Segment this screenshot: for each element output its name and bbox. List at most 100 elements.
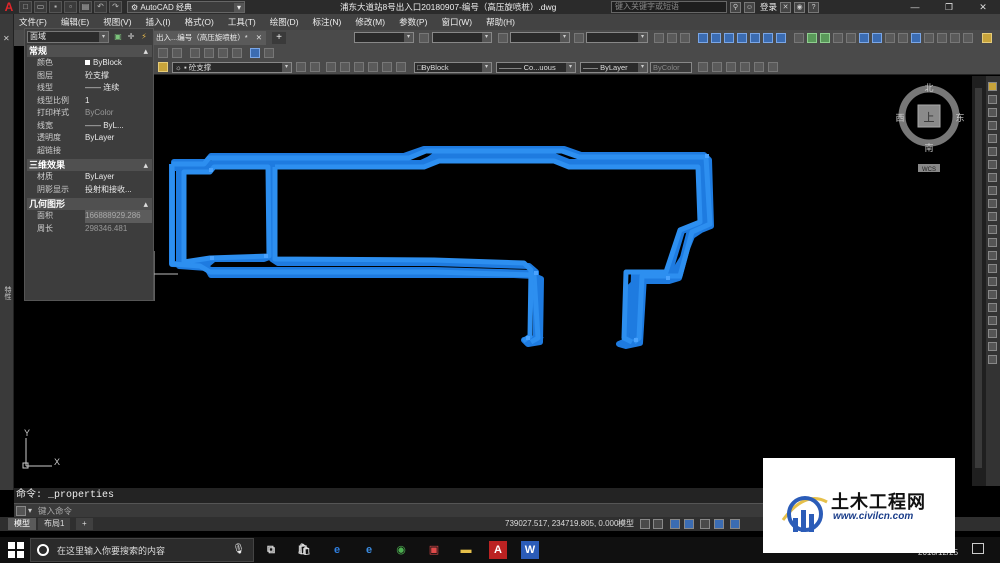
tool-icon-10[interactable] bbox=[776, 33, 786, 43]
pan-icon[interactable] bbox=[190, 48, 200, 58]
taskbar-search[interactable]: 🎙 bbox=[30, 538, 254, 562]
tab-layout1[interactable]: 布局1 bbox=[38, 518, 71, 530]
tool-icon-11[interactable] bbox=[794, 33, 804, 43]
redo-icon[interactable] bbox=[172, 48, 182, 58]
qat-save-icon[interactable]: ▪ bbox=[49, 1, 62, 13]
stretch-icon[interactable] bbox=[988, 186, 997, 195]
tool-icon-19[interactable] bbox=[898, 33, 908, 43]
grip[interactable] bbox=[210, 256, 214, 260]
chamfer-icon[interactable] bbox=[988, 251, 997, 260]
section-geometry[interactable]: 几何图形 ▴ bbox=[27, 198, 152, 210]
linetype-dropdown[interactable]: ——— Co...uous ▾ bbox=[496, 62, 576, 73]
viewcube-east[interactable]: 东 bbox=[955, 112, 964, 124]
mleader-style-icon[interactable] bbox=[574, 33, 584, 43]
add-layout-button[interactable]: + bbox=[76, 518, 93, 530]
chevron-down-icon[interactable]: ▾ bbox=[28, 504, 32, 518]
zoom-previous-icon[interactable] bbox=[232, 48, 242, 58]
prop-row-material[interactable]: 材质 ByLayer bbox=[27, 171, 152, 184]
lineweight-dropdown[interactable]: —— ByLayer ▾ bbox=[580, 62, 648, 73]
tool-icon-14[interactable] bbox=[833, 33, 843, 43]
tool-icon-8[interactable] bbox=[750, 33, 760, 43]
menu-draw[interactable]: 绘图(D) bbox=[263, 16, 306, 28]
offset-icon[interactable] bbox=[988, 121, 997, 130]
scale-icon[interactable] bbox=[988, 173, 997, 182]
quick-select-icon[interactable]: ⚡ bbox=[139, 32, 149, 42]
tool-icon-13[interactable] bbox=[820, 33, 830, 43]
section-3d-effects[interactable]: 三维效果 ▴ bbox=[27, 159, 152, 171]
trim-icon[interactable] bbox=[988, 199, 997, 208]
tool-icon-25[interactable] bbox=[982, 33, 992, 43]
prop-row-perimeter[interactable]: 周长 298346.481 bbox=[27, 223, 152, 236]
layer-off-icon[interactable] bbox=[354, 62, 364, 72]
tool-icon-22[interactable] bbox=[937, 33, 947, 43]
tool-v-icon-20[interactable] bbox=[988, 329, 997, 338]
layer-manager-icon[interactable] bbox=[158, 62, 168, 72]
explode-icon[interactable] bbox=[988, 277, 997, 286]
snap-icon[interactable] bbox=[653, 519, 663, 529]
tool-icon-5[interactable] bbox=[711, 33, 721, 43]
menu-edit[interactable]: 编辑(E) bbox=[54, 16, 96, 28]
tool-icon-7[interactable] bbox=[737, 33, 747, 43]
file-explorer-icon[interactable]: ▬ bbox=[457, 541, 475, 559]
viewcube-top-label[interactable]: 上 bbox=[924, 111, 935, 124]
prop-row-shadow[interactable]: 阴影显示 投射和接收... bbox=[27, 184, 152, 197]
tool-icon-4[interactable] bbox=[698, 33, 708, 43]
tool-v-icon-19[interactable] bbox=[988, 316, 997, 325]
grip[interactable] bbox=[666, 276, 670, 280]
tool-icon-21[interactable] bbox=[924, 33, 934, 43]
grip[interactable] bbox=[209, 168, 213, 172]
collapse-icon[interactable]: ▴ bbox=[143, 45, 148, 57]
plotstyle-dropdown[interactable]: ByColor bbox=[650, 62, 692, 73]
exchange-icon[interactable]: ✕ bbox=[780, 1, 792, 13]
layer-dropdown[interactable]: ☼ ▪ 砼支撑 ▾ bbox=[172, 62, 292, 73]
help-icon[interactable]: ? bbox=[808, 1, 820, 13]
tool-icon-d[interactable] bbox=[740, 62, 750, 72]
properties-palette-strip[interactable]: ✕ 特性 bbox=[0, 14, 14, 490]
menu-help[interactable]: 帮助(H) bbox=[479, 16, 522, 28]
tool-icon-3[interactable] bbox=[680, 33, 690, 43]
selected-region[interactable] bbox=[169, 146, 714, 349]
qat-open-icon[interactable]: ▭ bbox=[34, 1, 47, 13]
break-icon[interactable] bbox=[988, 225, 997, 234]
join-icon[interactable] bbox=[988, 238, 997, 247]
grip[interactable] bbox=[705, 154, 709, 158]
qat-redo-icon[interactable]: ↷ bbox=[109, 1, 122, 13]
prop-row-area[interactable]: 面积 166888929.286 bbox=[27, 210, 152, 223]
layer-lock-icon[interactable] bbox=[382, 62, 392, 72]
viewcube-south[interactable]: 南 bbox=[924, 142, 933, 154]
prop-row-linetype[interactable]: 线型 —— 连续 bbox=[27, 82, 152, 95]
properties-icon[interactable] bbox=[250, 48, 260, 58]
table-style-dropdown[interactable]: ▾ bbox=[510, 32, 570, 43]
polar-icon[interactable] bbox=[684, 519, 694, 529]
make-current-layer-icon[interactable] bbox=[296, 62, 306, 72]
new-tab-button[interactable]: + bbox=[272, 32, 286, 44]
microphone-icon[interactable]: 🎙 bbox=[232, 544, 245, 555]
qat-undo-icon[interactable]: ↶ bbox=[94, 1, 107, 13]
user-icon[interactable]: ☺ bbox=[744, 1, 755, 13]
binoculars-icon[interactable]: ⚲ bbox=[730, 1, 741, 13]
color-dropdown[interactable]: □ByBlock ▾ bbox=[414, 62, 492, 73]
menu-tools[interactable]: 工具(T) bbox=[221, 16, 263, 28]
tool-icon-e[interactable] bbox=[754, 62, 764, 72]
undo-icon[interactable] bbox=[158, 48, 168, 58]
table-style-icon[interactable] bbox=[498, 33, 508, 43]
layer-previous-icon[interactable] bbox=[310, 62, 320, 72]
command-input[interactable] bbox=[38, 505, 738, 517]
mleader-style-dropdown[interactable]: ▾ bbox=[586, 32, 648, 43]
zoom-realtime-icon[interactable] bbox=[204, 48, 214, 58]
model-space-toggle[interactable]: 模型 bbox=[618, 517, 634, 531]
qat-saveas-icon[interactable]: ▫ bbox=[64, 1, 77, 13]
selection-type-dropdown[interactable]: 面域 ▾ bbox=[27, 31, 109, 43]
prop-row-color[interactable]: 颜色 ByBlock bbox=[27, 57, 152, 70]
drawing-canvas[interactable]: Y X 上 北 南 东 西 WCS bbox=[14, 76, 972, 486]
edge-icon[interactable]: e bbox=[328, 541, 346, 559]
move-icon[interactable] bbox=[988, 147, 997, 156]
store-icon[interactable]: 🛍 bbox=[295, 541, 313, 559]
tool-icon-20[interactable] bbox=[911, 33, 921, 43]
vertical-scrollbar[interactable] bbox=[972, 76, 986, 486]
mirror-icon[interactable] bbox=[988, 108, 997, 117]
help-search-input[interactable]: 键入关键字或短语 bbox=[611, 1, 727, 13]
isodraft-icon[interactable] bbox=[700, 519, 710, 529]
login-link[interactable]: 登录 bbox=[760, 1, 777, 13]
file-tab[interactable]: 出入...编号（高压旋喷桩）* ✕ bbox=[154, 31, 266, 45]
